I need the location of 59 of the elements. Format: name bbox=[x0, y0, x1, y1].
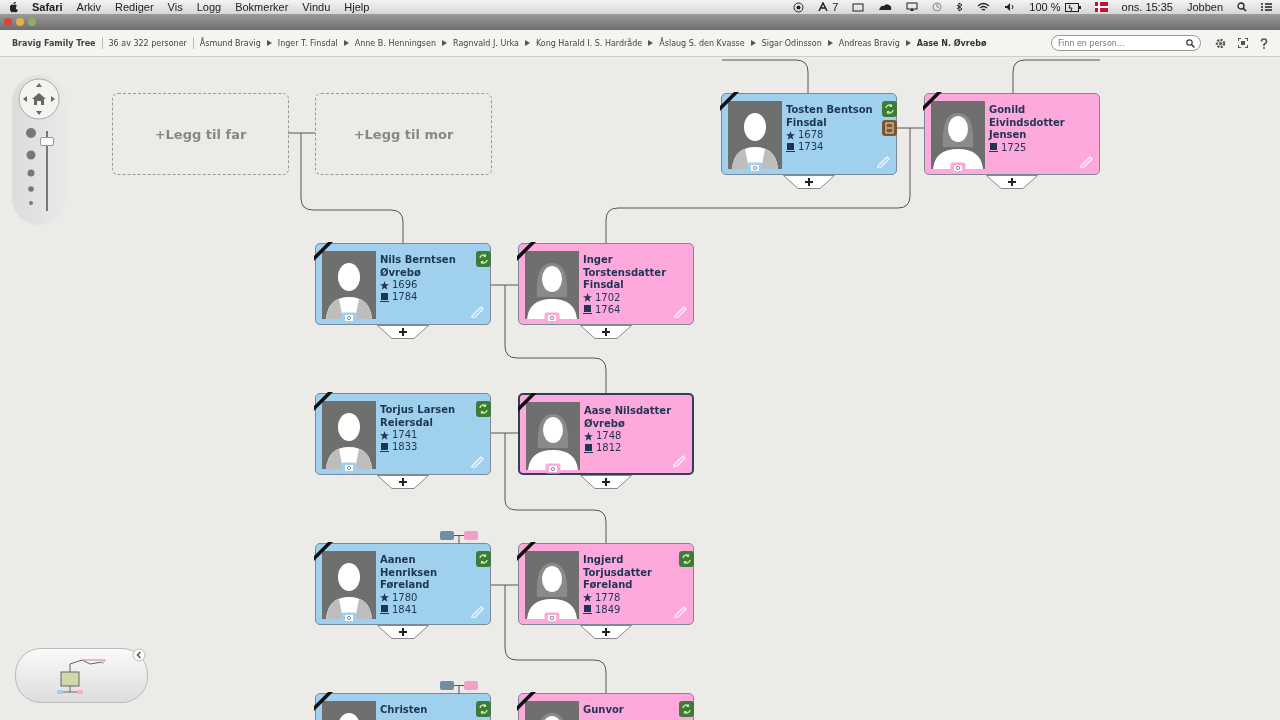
breadcrumb-link[interactable]: Kong Harald I. S. Hardråde bbox=[535, 38, 643, 48]
menu-item[interactable]: Vindu bbox=[302, 1, 331, 13]
person-name[interactable]: Inger Torstensdatter Finsdal bbox=[583, 254, 667, 292]
death-year: 1764 bbox=[595, 303, 621, 316]
search-field[interactable]: Finn en person... bbox=[1051, 35, 1201, 51]
death-year: 1849 bbox=[595, 603, 621, 616]
battery-percent: 100 % bbox=[1029, 1, 1061, 13]
breadcrumb-link[interactable]: Andreas Bravig bbox=[838, 38, 900, 48]
death-year: 1812 bbox=[596, 442, 622, 454]
person-name[interactable]: Gonild Eivindsdotter Jensen bbox=[989, 104, 1065, 142]
person-card[interactable]: Ingjerd Torjusdatter Føreland 1778 1849 bbox=[518, 543, 694, 625]
death-year: 1725 bbox=[1001, 141, 1027, 154]
person-name[interactable]: Tosten Bentson Finsdal bbox=[786, 104, 873, 129]
user-name[interactable]: Jobben bbox=[1186, 1, 1223, 13]
person-card[interactable]: Aanen Henriksen Føreland 1780 1841 bbox=[315, 543, 491, 625]
person-name[interactable]: Ingjerd Torjusdatter Føreland bbox=[583, 554, 652, 592]
breadcrumb-link[interactable]: Åslaug S. den Kvasse bbox=[659, 38, 745, 48]
breadcrumb-link[interactable]: Aase N. Øvrebø bbox=[916, 38, 987, 48]
breadcrumb-link[interactable]: Åsmund Bravig bbox=[199, 38, 261, 48]
death-year: 1734 bbox=[798, 141, 824, 153]
birth-year: 1678 bbox=[798, 129, 824, 141]
person-card[interactable]: Tosten Bentson Finsdal 1678 1734 bbox=[721, 93, 897, 175]
breadcrumb-link[interactable]: Sigar Odinsson bbox=[761, 38, 822, 48]
app-menu[interactable]: Safari bbox=[32, 1, 63, 13]
menu-item[interactable]: Rediger bbox=[115, 1, 154, 13]
person-card[interactable]: Aase Nilsdatter Øvrebø 1748 1812 bbox=[518, 393, 694, 475]
birth-year: 1778 bbox=[595, 591, 621, 604]
person-name[interactable]: Aase Nilsdatter Øvrebø bbox=[584, 405, 672, 430]
person-name[interactable]: Gunvor bbox=[583, 704, 624, 717]
person-card[interactable]: Nils Berntsen Øvrebø 1696 1784 bbox=[315, 243, 491, 325]
person-name[interactable]: Aanen Henriksen Føreland bbox=[380, 554, 438, 592]
menu-item[interactable]: Hjelp bbox=[344, 1, 370, 13]
death-year: 1784 bbox=[392, 291, 418, 303]
person-name[interactable]: Torjus Larsen Reiersdal bbox=[380, 404, 456, 429]
menu-item[interactable]: Vis bbox=[167, 1, 183, 13]
person-card[interactable]: Gonild Eivindsdotter Jensen 1725 bbox=[924, 93, 1100, 175]
birth-year: 1696 bbox=[392, 279, 418, 291]
person-card[interactable]: Inger Torstensdatter Finsdal 1702 1764 bbox=[518, 243, 694, 325]
person-card[interactable]: Torjus Larsen Reiersdal 1741 1833 bbox=[315, 393, 491, 475]
birth-year: 1741 bbox=[392, 429, 418, 441]
menu-item[interactable]: Bokmerker bbox=[235, 1, 289, 13]
clock[interactable]: ons. 15:35 bbox=[1121, 1, 1173, 13]
tree-name-link[interactable]: Bravig Family Tree bbox=[12, 38, 96, 48]
birth-year: 1780 bbox=[392, 591, 418, 604]
person-count: 36 av 322 personer bbox=[108, 38, 187, 48]
breadcrumb-link[interactable]: Ragnvald J. Urka bbox=[453, 38, 519, 48]
update-count: 7 bbox=[832, 1, 839, 13]
birth-year: 1702 bbox=[595, 291, 621, 304]
menu-item[interactable]: Arkiv bbox=[76, 1, 102, 13]
breadcrumb-link[interactable]: Inger T. Finsdal bbox=[277, 38, 338, 48]
death-year: 1833 bbox=[392, 441, 418, 453]
person-name[interactable]: Nils Berntsen Øvrebø bbox=[380, 254, 456, 279]
person-card[interactable]: Gunvor bbox=[518, 693, 694, 720]
breadcrumb-link[interactable]: Anne B. Henningsen bbox=[354, 38, 436, 48]
death-year: 1841 bbox=[392, 603, 418, 616]
menu-item[interactable]: Logg bbox=[196, 1, 222, 13]
birth-year: 1748 bbox=[596, 430, 622, 442]
person-card[interactable]: Christen bbox=[315, 693, 491, 720]
person-name[interactable]: Christen bbox=[380, 704, 428, 717]
